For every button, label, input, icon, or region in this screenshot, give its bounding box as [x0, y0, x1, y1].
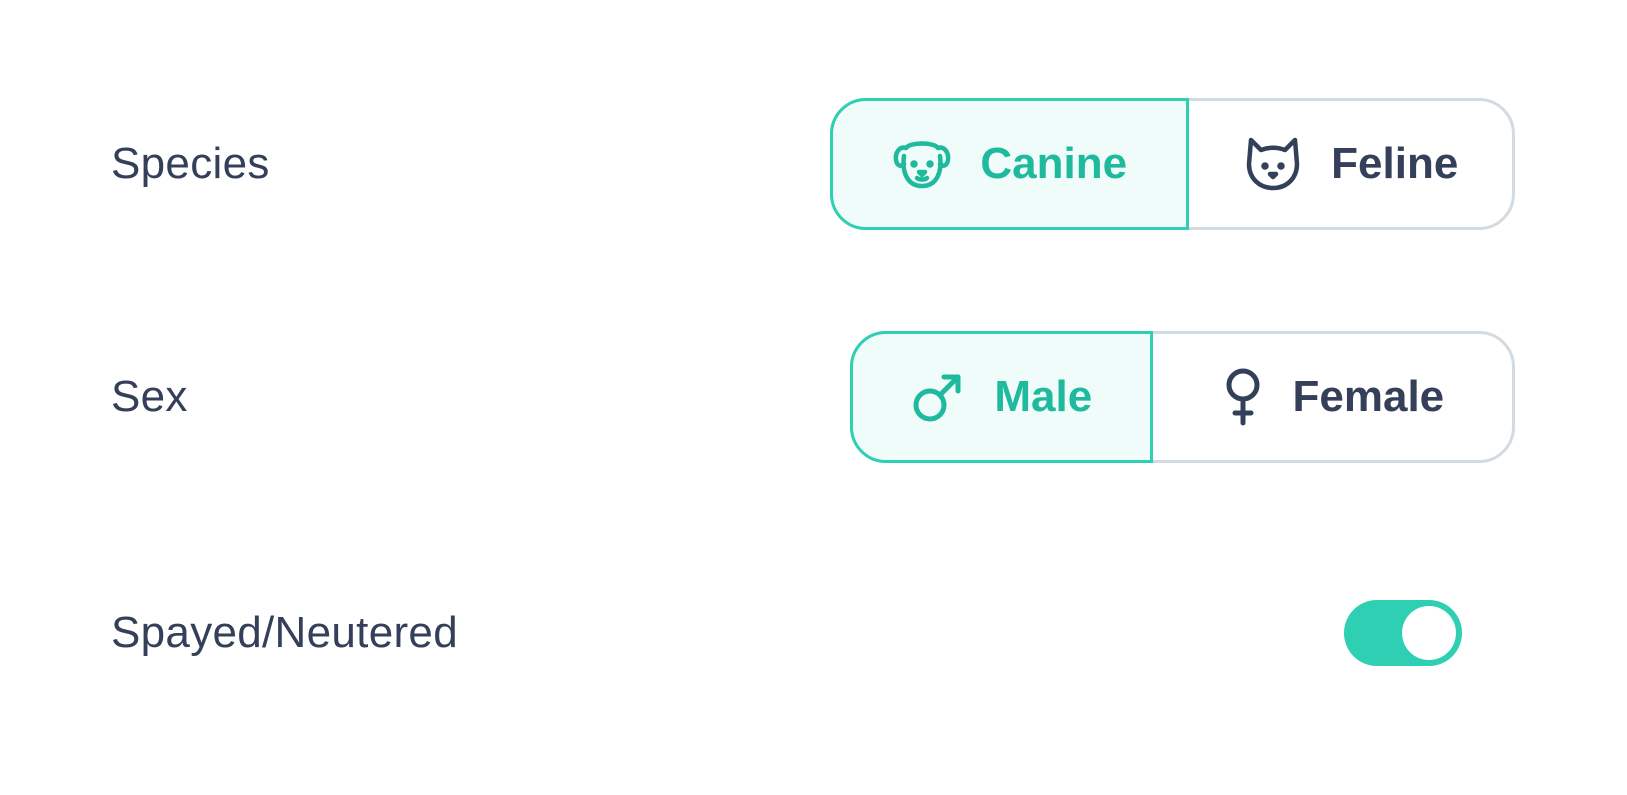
species-option-feline[interactable]: Feline [1189, 101, 1512, 227]
spayed-neutered-label: Spayed/Neutered [111, 608, 458, 657]
sex-option-male[interactable]: Male [850, 331, 1153, 463]
dog-icon [892, 134, 952, 194]
spayed-neutered-toggle[interactable] [1344, 600, 1462, 666]
sex-segmented-control: Male Female [850, 331, 1515, 463]
male-symbol-icon [910, 369, 966, 425]
species-row: Species Canine Feline [0, 98, 1627, 230]
sex-option-female-label: Female [1292, 372, 1445, 421]
cat-icon [1243, 134, 1303, 194]
species-option-canine[interactable]: Canine [830, 98, 1190, 230]
sex-row: Sex Male Female [0, 331, 1627, 463]
species-option-feline-label: Feline [1331, 139, 1459, 188]
species-label: Species [111, 139, 270, 188]
species-option-canine-label: Canine [980, 139, 1128, 188]
female-symbol-icon [1221, 367, 1265, 427]
sex-option-male-label: Male [994, 372, 1093, 421]
toggle-knob [1402, 606, 1456, 660]
sex-label: Sex [111, 372, 188, 421]
species-segmented-control: Canine Feline [830, 98, 1515, 230]
sex-option-female[interactable]: Female [1153, 334, 1512, 460]
